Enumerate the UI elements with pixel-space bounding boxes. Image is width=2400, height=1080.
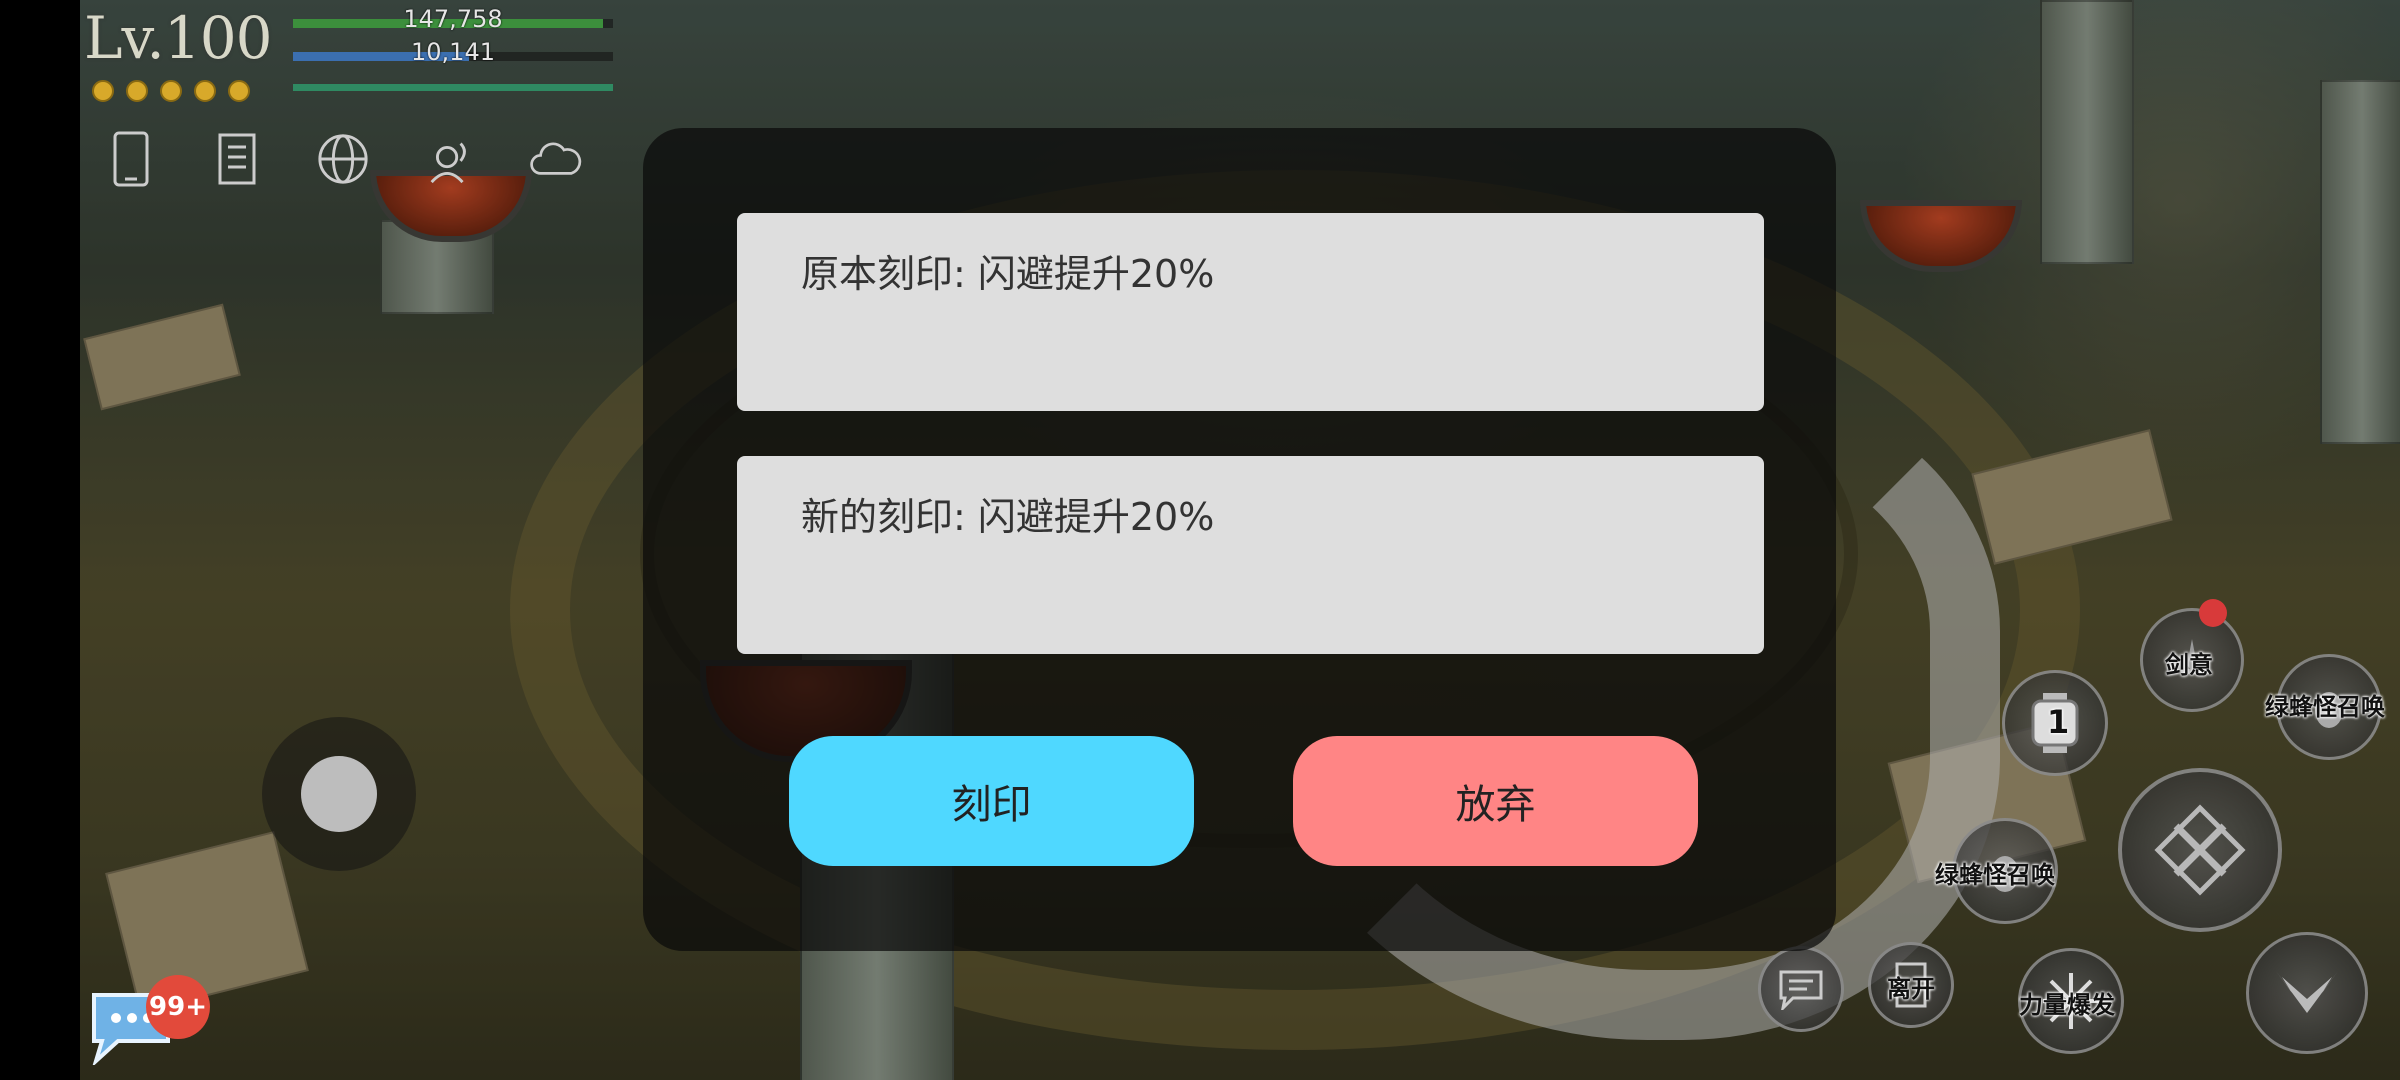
globe-icon[interactable] xyxy=(316,132,370,186)
screen-left-edge xyxy=(0,0,80,1080)
abandon-button[interactable]: 放弃 xyxy=(1293,736,1698,866)
new-engrave-box: 新的刻印: 闪避提升20% xyxy=(737,456,1764,654)
mp-value: 10,141 xyxy=(411,38,495,66)
voice-icon[interactable] xyxy=(422,132,476,186)
notification-dot xyxy=(2199,599,2227,627)
chat-toggle-button[interactable] xyxy=(1758,946,1844,1032)
skill-label: 剑意 xyxy=(2165,651,2213,679)
main-attack-button[interactable] xyxy=(2118,768,2282,932)
star-icon xyxy=(126,80,148,102)
star-icon xyxy=(92,80,114,102)
original-engrave-text: 原本刻印: 闪避提升20% xyxy=(801,252,1215,296)
chat-button[interactable]: 99+ xyxy=(88,975,210,1068)
phone-icon[interactable] xyxy=(104,131,158,187)
leave-button[interactable]: 离开 xyxy=(1868,942,1954,1028)
message-icon xyxy=(1779,970,1823,1010)
engrave-dialog: 原本刻印: 闪避提升20% 新的刻印: 闪避提升20% 刻印 放弃 xyxy=(643,128,1836,951)
skill-summon-top-button[interactable]: 绿蜂怪召唤 xyxy=(2265,654,2385,760)
wings-icon xyxy=(2276,971,2338,1013)
new-engrave-text: 新的刻印: 闪避提升20% xyxy=(801,495,1215,539)
skill-label: 力量爆发 xyxy=(2019,991,2115,1019)
skill-label: 绿蜂怪召唤 xyxy=(2265,693,2385,721)
original-engrave-box: 原本刻印: 闪避提升20% xyxy=(737,213,1764,411)
crossed-swords-icon xyxy=(2154,804,2246,896)
skill-wing-button[interactable] xyxy=(2246,932,2368,1054)
exp-bar xyxy=(293,84,613,91)
skill-summon-left-button[interactable]: 绿蜂怪召唤 xyxy=(1935,818,2058,924)
joystick-knob[interactable] xyxy=(301,756,377,832)
skill-slot-1-button[interactable]: 1 xyxy=(2002,670,2108,776)
hp-value: 147,758 xyxy=(403,5,503,33)
chat-unread-badge: 99+ xyxy=(146,975,210,1039)
star-icon xyxy=(160,80,182,102)
slot-number: 1 xyxy=(2047,703,2070,741)
cloud-icon[interactable] xyxy=(528,132,582,186)
movement-joystick[interactable] xyxy=(262,717,416,871)
player-level: Lv.100 xyxy=(84,4,273,72)
star-icon xyxy=(194,80,216,102)
player-stars xyxy=(92,80,250,102)
hud-icon-row xyxy=(104,131,582,187)
star-icon xyxy=(228,80,250,102)
skill-label: 离开 xyxy=(1887,975,1935,1003)
scroll-icon[interactable] xyxy=(210,132,264,186)
skill-sword-intent-button[interactable]: 剑意 xyxy=(2140,599,2244,712)
skill-power-burst-button[interactable]: 力量爆发 xyxy=(2018,948,2124,1054)
skill-label: 绿蜂怪召唤 xyxy=(1935,861,2055,889)
engrave-button[interactable]: 刻印 xyxy=(789,736,1194,866)
